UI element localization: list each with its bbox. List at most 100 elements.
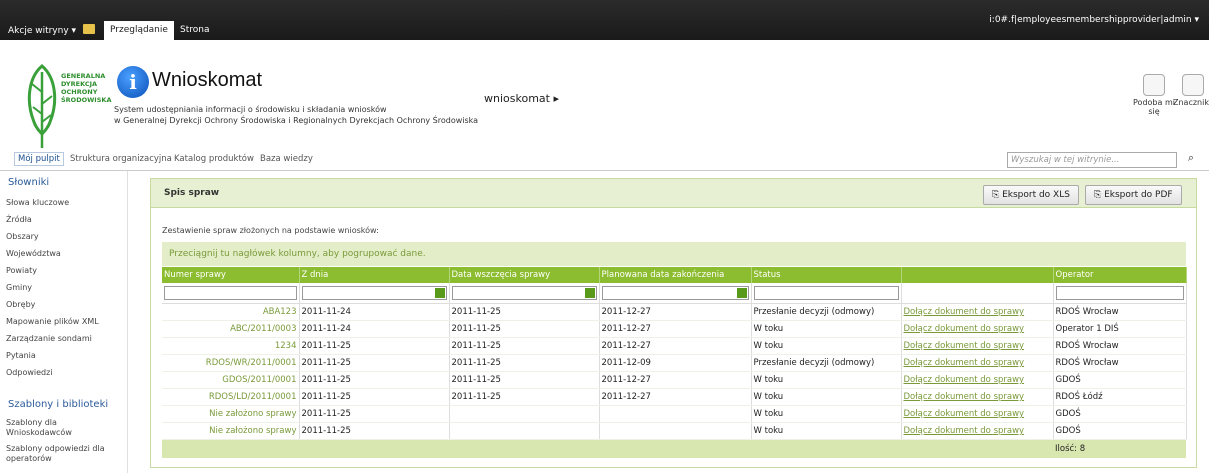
table-row[interactable]: Nie założono sprawy 2011-11-25 W toku Dołąc… (162, 422, 1187, 440)
filter-input-operator[interactable] (1055, 286, 1184, 300)
leftnav-item[interactable]: Zarządzanie sondami (6, 334, 92, 343)
cell-case-number[interactable]: Nie założono sprawy (162, 405, 300, 423)
filter-input-planned-end[interactable] (601, 286, 749, 300)
leftnav-section-dictionaries[interactable]: Słowniki (8, 177, 49, 188)
cell-case-number[interactable]: Nie założono sprawy (162, 422, 300, 440)
leftnav-item[interactable]: Źródła (6, 215, 32, 224)
filter-cell (162, 283, 300, 304)
attach-document-link[interactable]: Dołącz dokument do sprawy (904, 358, 1025, 368)
table-row[interactable]: GDOS/2011/0001 2011-11-25 2011-11-25 2011-1… (162, 371, 1187, 389)
cell-attach-link: Dołącz dokument do sprawy (901, 388, 1054, 406)
like-button-label[interactable]: Podoba mi się (1130, 98, 1178, 116)
site-actions-menu[interactable]: Akcje witryny ▾ (8, 26, 76, 36)
leftnav-item[interactable]: Odpowiedzi (6, 368, 53, 377)
column-header-planned-end[interactable]: Planowana data zakończenia (599, 267, 752, 283)
topnav-org-structure[interactable]: Struktura organizacyjna (70, 154, 172, 164)
calendar-icon[interactable] (736, 288, 747, 298)
calendar-icon[interactable] (434, 288, 445, 298)
cell-status: W toku (751, 405, 902, 423)
leftnav-section-templates[interactable]: Szablony i biblioteki (8, 399, 108, 410)
cell-status: W toku (751, 422, 902, 440)
filter-input-case-number[interactable] (164, 286, 297, 300)
attach-document-link[interactable]: Dołącz dokument do sprawy (904, 375, 1025, 385)
tab-browse[interactable]: Przeglądanie (104, 21, 174, 40)
filter-cell (449, 283, 600, 304)
leftnav-item[interactable]: Obszary (6, 232, 39, 241)
attach-document-link[interactable]: Dołącz dokument do sprawy (904, 341, 1025, 351)
filter-input-start-date[interactable] (451, 286, 597, 300)
leftnav-item[interactable]: Szablony dla Wnioskodawców (6, 418, 116, 438)
topnav-knowledge-base[interactable]: Baza wiedzy (260, 154, 313, 164)
export-icon: ⎘ (1094, 190, 1105, 200)
leftnav-item[interactable]: Powiaty (6, 266, 37, 275)
cell-case-number[interactable]: GDOS/2011/0001 (162, 371, 300, 389)
export-xls-button[interactable]: ⎘ Eksport do XLS (983, 185, 1079, 205)
table-row[interactable]: ABC/2011/0003 2011-11-24 2011-11-25 2011-12… (162, 320, 1187, 338)
breadcrumb[interactable]: wnioskomat ▸ (484, 92, 559, 105)
cell-case-number[interactable]: RDOS/WR/2011/0001 (162, 354, 300, 372)
table-row[interactable]: Nie założono sprawy 2011-11-25 W toku Dołąc… (162, 405, 1187, 423)
attach-document-link[interactable]: Dołącz dokument do sprawy (904, 426, 1025, 436)
tags-notes-button-label[interactable]: Znaczniki i notatki (1173, 98, 1209, 107)
table-row[interactable]: RDOS/WR/2011/0001 2011-11-25 2011-11-25 201… (162, 354, 1187, 372)
attach-document-link[interactable]: Dołącz dokument do sprawy (904, 307, 1025, 317)
tab-page[interactable]: Strona (174, 21, 215, 40)
search-input[interactable]: Wyszukaj w tej witrynie... (1007, 152, 1177, 168)
column-header-date[interactable]: Z dnia (299, 267, 450, 283)
cell-attach-link: Dołącz dokument do sprawy (901, 354, 1054, 372)
filter-input-date[interactable] (301, 286, 447, 300)
attach-document-link[interactable]: Dołącz dokument do sprawy (904, 324, 1025, 334)
leftnav-item[interactable]: Gminy (6, 283, 32, 292)
attach-document-link[interactable]: Dołącz dokument do sprawy (904, 409, 1025, 419)
cases-grid: Numer sprawy Z dnia Data wszczęcia spraw… (162, 267, 1187, 458)
leftnav-item[interactable]: Mapowanie plików XML (6, 317, 99, 326)
cell-planned-end: 2011-12-27 (599, 371, 752, 389)
leftnav-item[interactable]: Słowa kluczowe (6, 198, 69, 207)
tags-notes-icon[interactable] (1182, 74, 1204, 96)
topnav-my-desktop[interactable]: Mój pulpit (14, 152, 64, 166)
table-row[interactable]: 1234 2011-11-25 2011-11-25 2011-12-27 W toku… (162, 337, 1187, 355)
column-header-start-date[interactable]: Data wszczęcia sprawy (449, 267, 600, 283)
cell-case-number[interactable]: 1234 (162, 337, 300, 355)
cell-case-number[interactable]: RDOS/LD/2011/0001 (162, 388, 300, 406)
cell-operator: Operator 1 DIŚ (1053, 320, 1187, 338)
cell-date: 2011-11-25 (299, 388, 450, 406)
column-header-operator[interactable]: Operator (1053, 267, 1187, 283)
column-header-case-number[interactable]: Numer sprawy (162, 267, 300, 283)
folder-icon[interactable] (83, 24, 95, 34)
attach-document-link[interactable]: Dołącz dokument do sprawy (904, 392, 1025, 402)
top-navigation: Mój pulpit Struktura organizacyjna Katal… (0, 150, 1209, 171)
group-by-drop-zone[interactable]: Przeciągnij tu nagłówek kolumny, aby pog… (162, 242, 1186, 266)
export-pdf-button[interactable]: ⎘ Eksport do PDF (1085, 185, 1182, 205)
cell-operator: RDOŚ Wrocław (1053, 337, 1187, 355)
leftnav-item[interactable]: Pytania (6, 351, 36, 360)
filter-input-status[interactable] (753, 286, 899, 300)
search-icon[interactable]: ⌕ (1181, 151, 1201, 169)
gdos-org-name: GENERALNA DYREKCJA OCHRONY ŚRODOWISKA (61, 72, 112, 104)
cell-case-number[interactable]: ABC/2011/0003 (162, 320, 300, 338)
filter-cell (599, 283, 752, 304)
cell-start-date (449, 405, 600, 423)
cell-attach-link: Dołącz dokument do sprawy (901, 320, 1054, 338)
cell-date: 2011-11-24 (299, 303, 450, 321)
cell-case-number[interactable]: ABA123 (162, 303, 300, 321)
table-row[interactable]: RDOS/LD/2011/0001 2011-11-25 2011-11-25 201… (162, 388, 1187, 406)
leftnav-item[interactable]: Województwa (6, 249, 61, 258)
info-icon: i (117, 66, 149, 98)
site-title[interactable]: Wnioskomat (152, 69, 262, 92)
leftnav-item[interactable]: Szablony odpowiedzi dla operatorów (6, 444, 116, 464)
cell-start-date (449, 422, 600, 440)
calendar-icon[interactable] (584, 288, 595, 298)
topnav-product-catalog[interactable]: Katalog produktów (174, 154, 254, 164)
site-header: GENERALNA DYREKCJA OCHRONY ŚRODOWISKA i … (0, 40, 1209, 148)
cell-attach-link: Dołącz dokument do sprawy (901, 405, 1054, 423)
leftnav-item[interactable]: Obręby (6, 300, 35, 309)
like-tag-icon[interactable] (1143, 74, 1165, 96)
cell-status: Przesłanie decyzji (odmowy) (751, 354, 902, 372)
cell-start-date: 2011-11-25 (449, 388, 600, 406)
table-row[interactable]: ABA123 2011-11-24 2011-11-25 2011-12-27 Prze… (162, 303, 1187, 321)
column-header-status[interactable]: Status (751, 267, 902, 283)
cell-start-date: 2011-11-25 (449, 320, 600, 338)
filter-cell (751, 283, 902, 304)
user-menu[interactable]: i:0#.f|employeesmembershipprovider|admin… (989, 15, 1199, 25)
